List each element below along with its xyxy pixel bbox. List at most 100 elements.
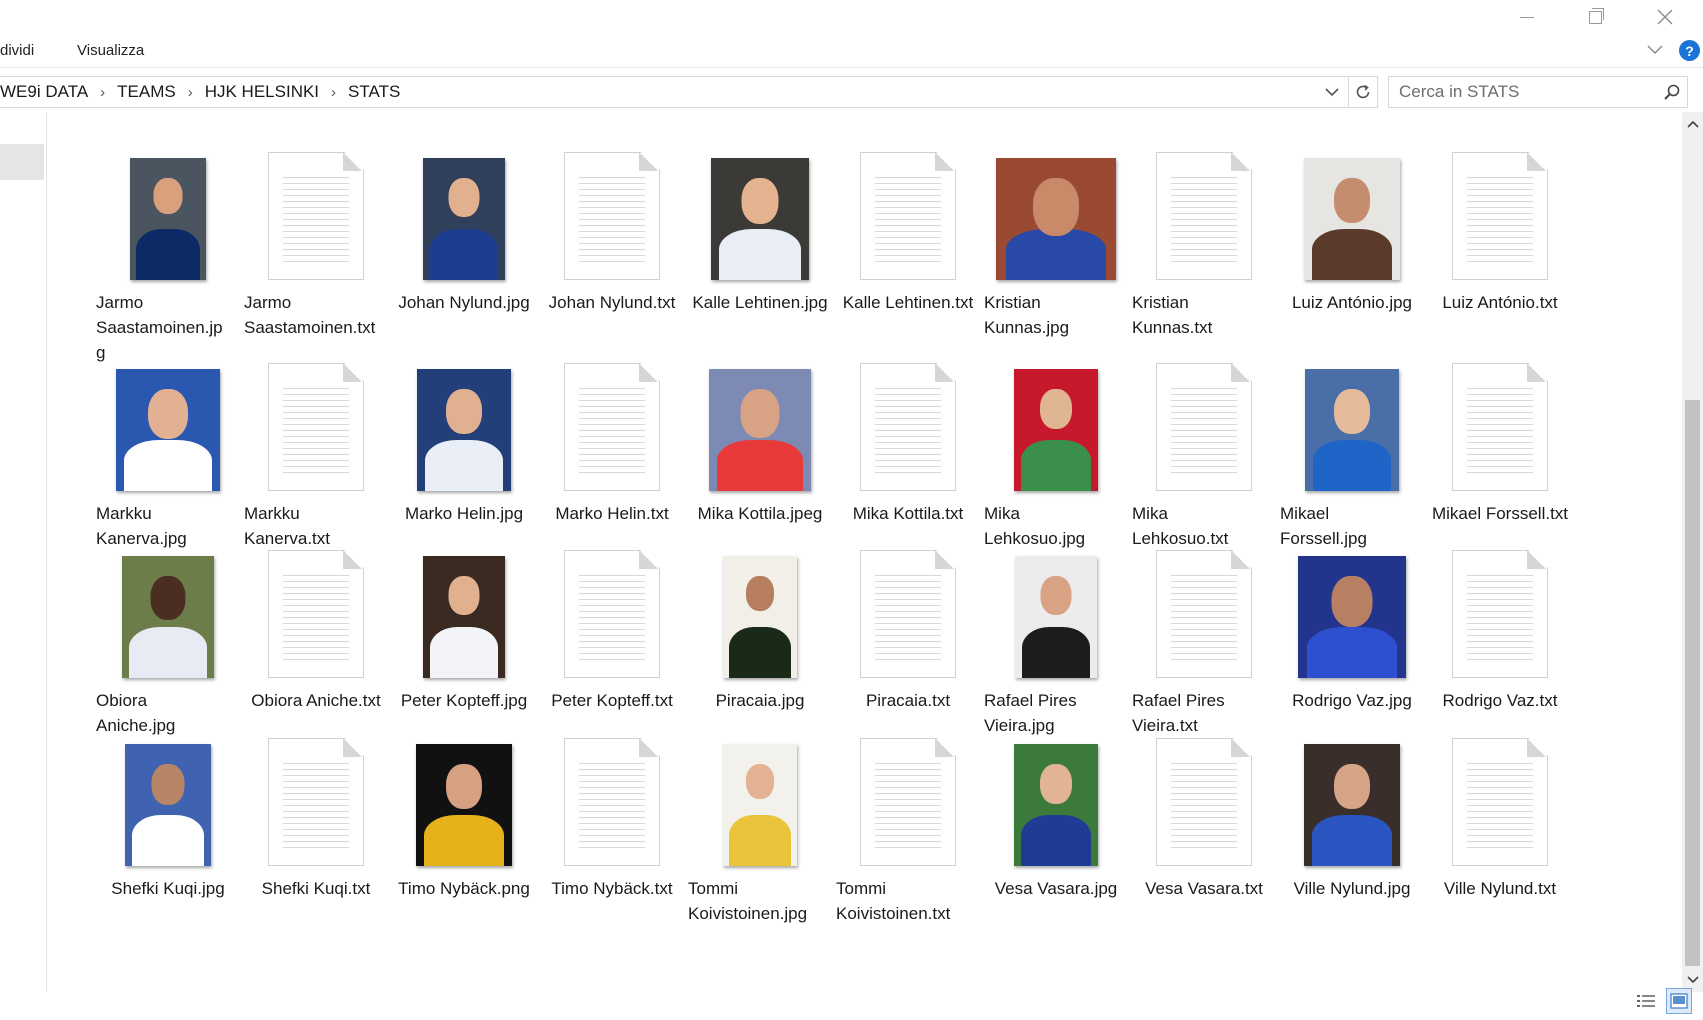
- file-item-image[interactable]: Obiora Aniche.jpg: [88, 538, 248, 738]
- file-item-image[interactable]: Markku Kanerva.jpg: [88, 351, 248, 551]
- minimize-icon: [1520, 16, 1534, 18]
- photo-thumbnail: [417, 369, 511, 491]
- navigation-pane[interactable]: [0, 112, 47, 992]
- file-item-txt[interactable]: Luiz António.txt: [1420, 140, 1580, 315]
- file-item-image[interactable]: Piracaia.jpg: [680, 538, 840, 713]
- file-thumbnail: [828, 538, 988, 678]
- breadcrumb-item[interactable]: HJK HELSINKI: [205, 82, 319, 102]
- file-item-txt[interactable]: Peter Kopteff.txt: [532, 538, 692, 713]
- file-item-txt[interactable]: Obiora Aniche.txt: [236, 538, 396, 713]
- file-item-txt[interactable]: Johan Nylund.txt: [532, 140, 692, 315]
- search-box[interactable]: Cerca in STATS: [1388, 76, 1688, 108]
- file-item-image[interactable]: Mikael Forssell.jpg: [1272, 351, 1432, 551]
- file-thumbnail: [828, 726, 988, 866]
- address-bar[interactable]: WE9i DATA › TEAMS › HJK HELSINKI › STATS: [0, 76, 1378, 108]
- file-name-label: Luiz António.jpg: [1291, 293, 1413, 312]
- text-document-icon: [564, 738, 660, 866]
- ribbon: dividi Visualizza: [0, 34, 1703, 68]
- file-item-txt[interactable]: Markku Kanerva.txt: [236, 351, 396, 551]
- text-document-icon: [1452, 738, 1548, 866]
- tab-share[interactable]: dividi: [0, 42, 34, 59]
- breadcrumb-item[interactable]: STATS: [348, 82, 400, 102]
- address-history-chevron-icon[interactable]: [1318, 77, 1346, 107]
- photo-thumbnail: [1305, 369, 1399, 491]
- title-bar: [0, 0, 1703, 34]
- file-item-txt[interactable]: Vesa Vasara.txt: [1124, 726, 1284, 901]
- text-document-icon: [564, 152, 660, 280]
- file-name-label: Mika Kottila.jpeg: [697, 504, 823, 523]
- breadcrumb-separator-icon[interactable]: ›: [331, 84, 336, 101]
- file-item-txt[interactable]: Ville Nylund.txt: [1420, 726, 1580, 901]
- large-icons-view-icon[interactable]: [1666, 988, 1692, 1014]
- photo-thumbnail: [122, 556, 214, 678]
- text-document-icon: [1452, 363, 1548, 491]
- file-item-txt[interactable]: Kalle Lehtinen.txt: [828, 140, 988, 315]
- file-item-txt[interactable]: Mika Lehkosuo.txt: [1124, 351, 1284, 551]
- file-item-image[interactable]: Mika Kottila.jpeg: [680, 351, 840, 526]
- file-item-image[interactable]: Luiz António.jpg: [1272, 140, 1432, 315]
- file-thumbnail: [1420, 726, 1580, 866]
- photo-thumbnail: [711, 158, 809, 280]
- file-item-image[interactable]: Shefki Kuqi.jpg: [88, 726, 248, 901]
- refresh-icon[interactable]: [1348, 77, 1376, 107]
- file-item-image[interactable]: Rafael Pires Vieira.jpg: [976, 538, 1136, 738]
- text-document-icon: [860, 152, 956, 280]
- tab-view[interactable]: Visualizza: [77, 42, 144, 59]
- breadcrumb-item[interactable]: TEAMS: [117, 82, 176, 102]
- file-item-image[interactable]: Johan Nylund.jpg: [384, 140, 544, 315]
- file-item-txt[interactable]: Jarmo Saastamoinen.txt: [236, 140, 396, 340]
- file-name-label: Peter Kopteff.txt: [551, 691, 673, 710]
- restore-button[interactable]: [1561, 0, 1629, 34]
- file-thumbnail: [828, 140, 988, 280]
- file-item-image[interactable]: Rodrigo Vaz.jpg: [1272, 538, 1432, 713]
- file-name-label: Shefki Kuqi.jpg: [111, 879, 225, 898]
- search-icon[interactable]: [1657, 77, 1687, 107]
- scrollbar-thumb[interactable]: [1685, 400, 1700, 966]
- file-item-image[interactable]: Kristian Kunnas.jpg: [976, 140, 1136, 340]
- file-item-txt[interactable]: Mikael Forssell.txt: [1420, 351, 1580, 526]
- breadcrumb-separator-icon[interactable]: ›: [100, 84, 105, 101]
- photo-thumbnail: [423, 556, 505, 678]
- file-item-image[interactable]: Kalle Lehtinen.jpg: [680, 140, 840, 315]
- file-thumbnail: [384, 351, 544, 491]
- breadcrumb-item[interactable]: WE9i DATA: [0, 82, 88, 102]
- file-item-image[interactable]: Mika Lehkosuo.jpg: [976, 351, 1136, 551]
- file-item-txt[interactable]: Rafael Pires Vieira.txt: [1124, 538, 1284, 738]
- file-thumbnail: [88, 140, 248, 280]
- file-item-txt[interactable]: Kristian Kunnas.txt: [1124, 140, 1284, 340]
- photo-thumbnail: [416, 744, 512, 866]
- nav-selected-item[interactable]: [0, 144, 44, 180]
- file-item-txt[interactable]: Marko Helin.txt: [532, 351, 692, 526]
- file-item-txt[interactable]: Shefki Kuqi.txt: [236, 726, 396, 901]
- help-icon[interactable]: ?: [1679, 40, 1700, 61]
- file-item-image[interactable]: Marko Helin.jpg: [384, 351, 544, 526]
- file-item-txt[interactable]: Tommi Koivistoinen.txt: [828, 726, 988, 926]
- file-item-image[interactable]: Timo Nybäck.png: [384, 726, 544, 901]
- file-item-image[interactable]: Peter Kopteff.jpg: [384, 538, 544, 713]
- scroll-up-icon[interactable]: [1682, 114, 1703, 134]
- breadcrumb-separator-icon[interactable]: ›: [188, 84, 193, 101]
- search-input[interactable]: Cerca in STATS: [1389, 82, 1657, 102]
- ribbon-expand-chevron-icon[interactable]: [1647, 42, 1663, 58]
- file-thumbnail: [236, 538, 396, 678]
- file-item-image[interactable]: Tommi Koivistoinen.jpg: [680, 726, 840, 926]
- close-button[interactable]: [1631, 0, 1699, 34]
- file-thumbnail: [1420, 140, 1580, 280]
- file-name-label: Marko Helin.jpg: [404, 504, 524, 523]
- file-thumbnail: [384, 726, 544, 866]
- minimize-button[interactable]: [1493, 0, 1561, 34]
- file-thumbnail: [88, 351, 248, 491]
- details-view-icon[interactable]: [1633, 988, 1659, 1014]
- file-name-label: Rodrigo Vaz.jpg: [1292, 691, 1412, 710]
- file-item-txt[interactable]: Timo Nybäck.txt: [532, 726, 692, 901]
- file-item-txt[interactable]: Rodrigo Vaz.txt: [1420, 538, 1580, 713]
- file-name-label: Timo Nybäck.png: [398, 879, 530, 898]
- vertical-scrollbar[interactable]: [1682, 112, 1703, 992]
- scroll-down-icon[interactable]: [1682, 970, 1703, 990]
- file-item-image[interactable]: Vesa Vasara.jpg: [976, 726, 1136, 901]
- file-item-txt[interactable]: Piracaia.txt: [828, 538, 988, 713]
- file-thumbnail: [236, 726, 396, 866]
- file-item-txt[interactable]: Mika Kottila.txt: [828, 351, 988, 526]
- file-item-image[interactable]: Ville Nylund.jpg: [1272, 726, 1432, 901]
- file-item-image[interactable]: Jarmo Saastamoinen.jp g: [88, 140, 248, 365]
